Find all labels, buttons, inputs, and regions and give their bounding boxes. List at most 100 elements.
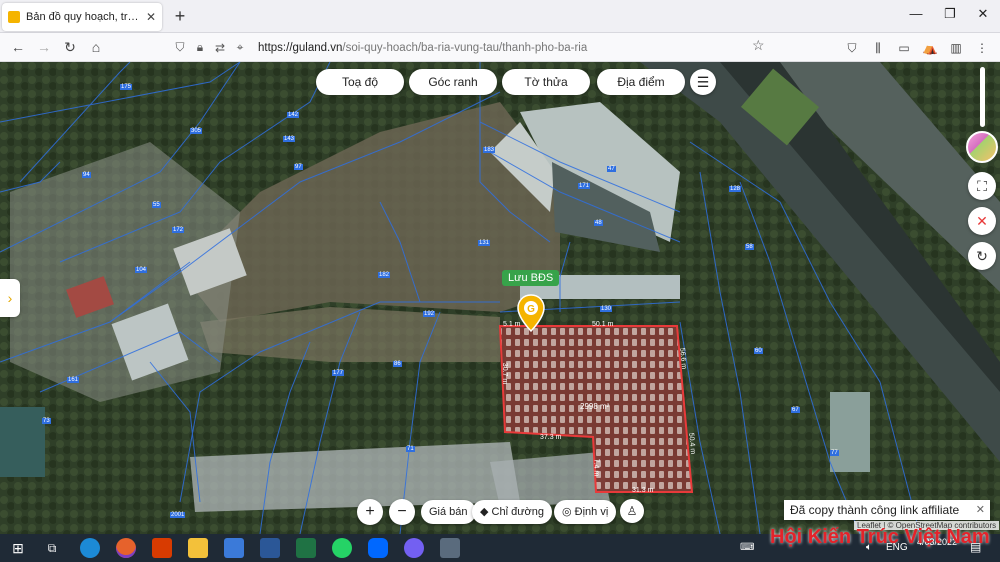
keyboard-icon[interactable]: ⌨ <box>740 542 754 553</box>
start-windows-icon[interactable]: ⊞ <box>8 538 28 558</box>
zoom-out-button[interactable]: − <box>389 499 415 525</box>
toast-notification: Đã copy thành công link affiliate ✕ <box>784 500 990 520</box>
parcel-label: 47 <box>607 166 616 172</box>
nav-bar: ← → ↻ ⌂ ⛉ 🔒︎ ⇄ ⌖ https://guland.vn/soi-q… <box>0 33 1000 62</box>
parcel-label: 55 <box>152 202 161 208</box>
edge-icon[interactable] <box>80 538 100 558</box>
parcel-label: 48 <box>594 220 603 226</box>
lock-icon[interactable]: 🔒︎ <box>192 40 208 55</box>
lot-area-label: 2998 m² <box>580 402 610 411</box>
parcel-label: 86 <box>393 361 402 367</box>
parcel-label: 97 <box>294 164 303 170</box>
sidebar-icon[interactable]: ▭ <box>896 40 912 56</box>
forward-icon[interactable]: → <box>34 37 54 57</box>
word-icon[interactable] <box>260 538 280 558</box>
crosshair-icon: ◎ <box>562 506 575 518</box>
zoom-in-button[interactable]: + <box>357 499 383 525</box>
url-bar[interactable]: ⛉ 🔒︎ ⇄ ⌖ https://guland.vn/soi-quy-hoach… <box>172 36 776 59</box>
corner-boundary-button[interactable]: Góc ranh <box>409 69 497 95</box>
tab-title: Bản đồ quy hoạch, tra cứu quy <box>26 11 142 23</box>
shield-icon[interactable]: ⛉ <box>172 40 188 55</box>
parcel-label: 130 <box>600 306 613 312</box>
parcel-label: 2001 <box>170 512 186 518</box>
parcel-label: 177 <box>332 370 345 376</box>
sale-price-button[interactable]: Giá bán <box>421 500 476 524</box>
file-explorer-icon[interactable] <box>188 538 208 558</box>
lot-edge-label: 30.7 m <box>501 362 509 385</box>
refresh-icon[interactable]: ↻ <box>968 242 996 270</box>
coordinates-button[interactable]: Toạ độ <box>316 69 404 95</box>
parcel-label: 67 <box>791 407 800 413</box>
expand-panel-chevron-icon[interactable]: › <box>0 279 20 317</box>
home-icon[interactable]: ⌂ <box>86 37 106 57</box>
barcode-icon[interactable]: ▥ <box>948 40 964 56</box>
lot-edge-label: 31.3 m <box>632 487 654 494</box>
lot-edge-label: 7.4 m <box>592 458 600 477</box>
parcel-label: 171 <box>578 183 591 189</box>
menu-hamburger-icon[interactable]: ☰ <box>690 69 716 95</box>
parcel-label: 182 <box>378 272 391 278</box>
parcel-label: 71 <box>406 446 415 452</box>
parcel-label: 143 <box>283 136 296 142</box>
snipping-tool-icon[interactable] <box>440 538 460 558</box>
clear-icon[interactable]: ✕ <box>968 207 996 235</box>
firefox-icon[interactable] <box>116 538 136 558</box>
calculator-icon[interactable] <box>224 538 244 558</box>
new-tab-button[interactable]: + <box>170 6 190 26</box>
svg-text:G: G <box>527 304 535 315</box>
directions-button[interactable]: ◆ Chỉ đường <box>472 500 553 524</box>
library-icon[interactable]: ⫼ <box>870 40 886 56</box>
permissions-icon[interactable]: ⇄ <box>212 41 228 55</box>
parcel-label: 94 <box>82 172 91 178</box>
layer-switch-button[interactable] <box>966 131 998 163</box>
pocket-icon[interactable]: ⛉ <box>844 40 860 56</box>
lot-edge-label: 37.3 m <box>540 434 562 441</box>
opacity-slider[interactable] <box>980 67 985 127</box>
location-button[interactable]: Địa điểm <box>597 69 685 95</box>
parcel-label: 172 <box>172 227 185 233</box>
app-menu-icon[interactable]: ⋮ <box>974 40 990 56</box>
excel-icon[interactable] <box>296 538 316 558</box>
parcel-label: 73 <box>42 418 51 424</box>
parcel-label: 142 <box>287 112 300 118</box>
office-icon[interactable] <box>152 538 172 558</box>
reload-icon[interactable]: ↻ <box>60 37 80 57</box>
maximize-icon[interactable]: ❐ <box>940 6 960 22</box>
window-close-icon[interactable]: ✕ <box>973 6 993 22</box>
lot-edge-label: 50.1 m <box>592 321 614 328</box>
parcel-label: 77 <box>830 450 839 456</box>
measure-area-icon[interactable]: ⛶ <box>968 172 996 200</box>
locate-button[interactable]: ◎ Định vị <box>554 500 617 524</box>
bookmark-star-icon[interactable]: ☆ <box>752 37 765 54</box>
watermark: Hội Kiến Trúc Việt Nam <box>770 526 990 548</box>
zalo-icon[interactable] <box>368 538 388 558</box>
parcel-label: 161 <box>67 377 80 383</box>
tab-close-icon[interactable]: ✕ <box>146 10 156 24</box>
url-text[interactable]: https://guland.vn/soi-quy-hoach/ba-ria-v… <box>258 42 587 54</box>
browser-tab[interactable]: Bản đồ quy hoạch, tra cứu quy ✕ <box>2 3 162 31</box>
extension-icon[interactable]: ⛺ <box>922 40 938 56</box>
map-view[interactable]: 175 305 142 143 97 94 55 172 104 183 182… <box>0 62 1000 534</box>
sheet-parcel-button[interactable]: Tờ thửa <box>502 69 590 95</box>
directions-icon: ◆ <box>480 506 492 518</box>
parcel-label: 58 <box>745 244 754 250</box>
back-icon[interactable]: ← <box>8 37 28 57</box>
map-pin-icon[interactable]: G <box>517 294 545 332</box>
viber-icon[interactable] <box>404 538 424 558</box>
parcel-label: 131 <box>478 240 491 246</box>
parcel-label: 305 <box>190 128 203 134</box>
street-view-person-icon[interactable]: ♙ <box>620 499 644 523</box>
tab-bar: Bản đồ quy hoạch, tra cứu quy ✕ + — ❐ ✕ <box>0 0 1000 33</box>
parcel-label: 192 <box>423 311 436 317</box>
parcel-label: 183 <box>483 147 496 153</box>
satellite-imagery <box>0 62 1000 534</box>
parcel-label: 128 <box>729 186 742 192</box>
toast-close-icon[interactable]: ✕ <box>976 500 985 520</box>
whatsapp-icon[interactable] <box>332 538 352 558</box>
save-property-button[interactable]: Lưu BĐS <box>502 270 560 286</box>
parcel-label: 175 <box>120 84 133 90</box>
parcel-label: 104 <box>135 267 148 273</box>
minimize-icon[interactable]: — <box>906 6 926 21</box>
location-icon[interactable]: ⌖ <box>232 40 248 55</box>
task-view-icon[interactable]: ⧉ <box>42 538 62 558</box>
